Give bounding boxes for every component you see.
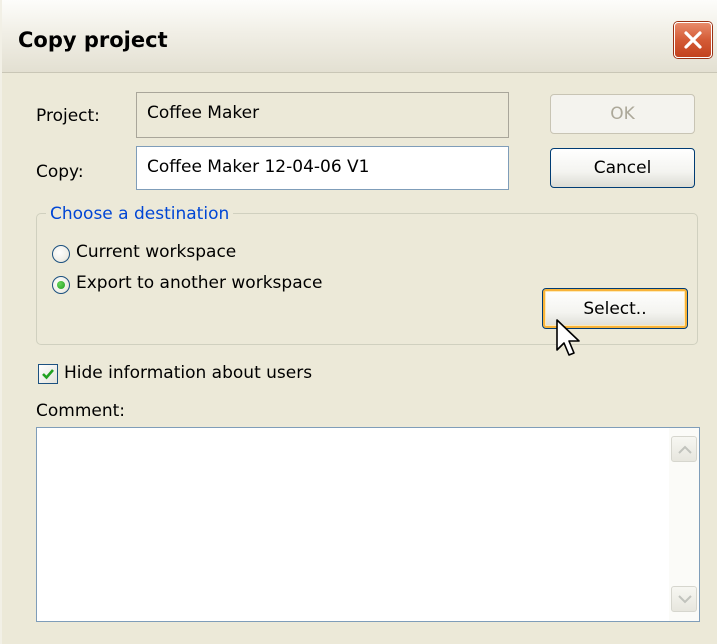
copy-label: Copy: (36, 162, 84, 182)
comment-textarea[interactable] (36, 427, 700, 622)
scroll-up-arrow-icon (678, 445, 692, 454)
mouse-pointer-icon (556, 319, 580, 356)
ok-button[interactable]: OK (550, 94, 695, 134)
radio-export-workspace-label[interactable]: Export to another workspace (76, 273, 322, 293)
radio-export-workspace[interactable] (52, 276, 70, 294)
radio-selected-dot (57, 281, 65, 289)
title-bar[interactable]: Copy project (2, 0, 717, 73)
copy-project-dialog: Copy project Project: Coffee Maker OK Co… (0, 0, 717, 644)
cancel-button[interactable]: Cancel (550, 148, 695, 188)
close-button[interactable] (674, 22, 712, 58)
destination-legend: Choose a destination (46, 204, 234, 224)
scroll-up-button[interactable] (671, 436, 697, 462)
hide-users-label[interactable]: Hide information about users (64, 363, 312, 383)
close-x-icon (684, 31, 702, 49)
dialog-title: Copy project (18, 28, 168, 52)
comment-scrollbar[interactable] (669, 428, 699, 621)
radio-current-workspace-label[interactable]: Current workspace (76, 242, 236, 262)
project-name-field: Coffee Maker (136, 92, 509, 138)
project-label: Project: (36, 106, 100, 126)
copy-name-input[interactable]: Coffee Maker 12-04-06 V1 (136, 146, 509, 190)
scroll-down-button[interactable] (671, 586, 697, 612)
checkmark-icon (42, 369, 54, 380)
radio-current-workspace[interactable] (52, 245, 70, 263)
hide-users-checkbox[interactable] (38, 364, 58, 384)
scroll-down-arrow-icon (678, 595, 692, 604)
comment-label: Comment: (36, 401, 126, 421)
